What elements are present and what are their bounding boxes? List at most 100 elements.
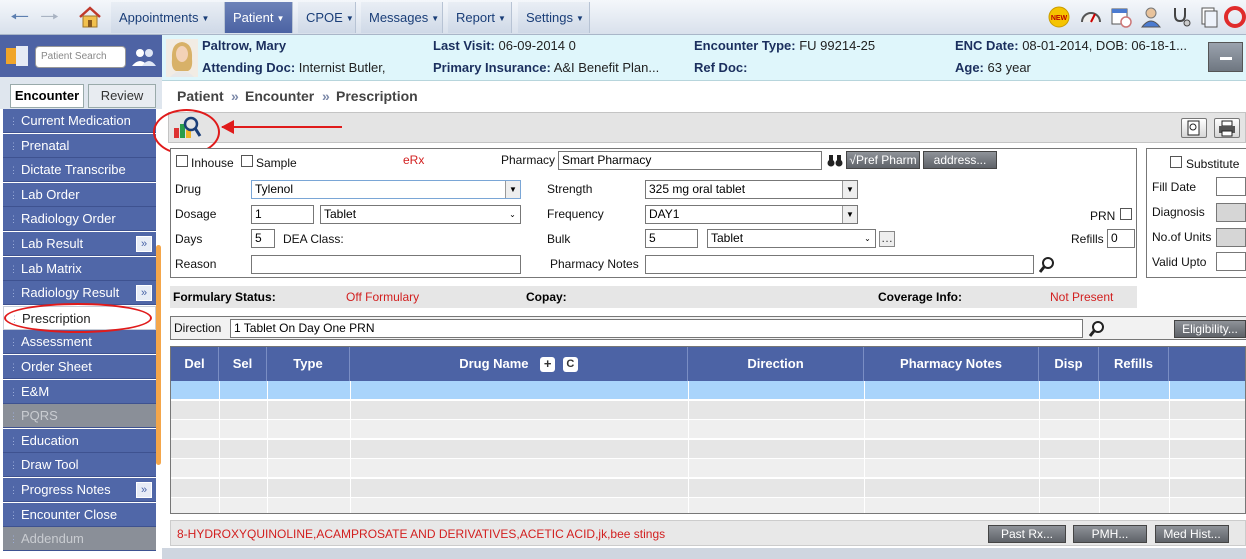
col-pharmacy-notes[interactable]: Pharmacy Notes	[864, 347, 1039, 381]
add-drug-icon[interactable]: +	[540, 357, 556, 373]
col-refills[interactable]: Refills	[1099, 347, 1169, 381]
tab-encounter[interactable]: Encounter	[10, 84, 84, 108]
dosage-unit-select[interactable]: Tablet ⌄	[320, 205, 521, 224]
col-disp[interactable]: Disp	[1039, 347, 1099, 381]
search-icon[interactable]	[1039, 256, 1056, 273]
menu-report[interactable]: Report ▼	[448, 2, 512, 33]
user-icon[interactable]	[1140, 6, 1162, 28]
print-button[interactable]	[1214, 118, 1240, 138]
dosage-label: Dosage	[175, 207, 217, 221]
sidebar-item[interactable]: ⋮ Dictate Transcribe	[3, 158, 156, 183]
breadcrumb-patient[interactable]: Patient	[177, 88, 224, 104]
documents-icon[interactable]	[1198, 6, 1220, 28]
sidebar-item-label: Assessment	[21, 334, 92, 350]
col-direction[interactable]: Direction	[688, 347, 864, 381]
pmh-button[interactable]: PMH...	[1073, 525, 1147, 543]
sidebar-item[interactable]: ⋮ E&M	[3, 379, 156, 404]
sidebar-item[interactable]: ⋮ Education	[3, 428, 156, 453]
sidebar-item[interactable]: ⋮ Current Medication	[3, 109, 156, 133]
pharmacy-field[interactable]: Smart Pharmacy	[558, 151, 822, 170]
clear-drug-icon[interactable]: C	[562, 357, 578, 373]
sidebar-scrollbar[interactable]	[156, 245, 161, 465]
sample-checkbox[interactable]	[241, 155, 253, 167]
frequency-select[interactable]: DAY1 ▼	[645, 205, 858, 224]
sidebar-tabs: Encounter Review	[0, 77, 162, 109]
sidebar-item[interactable]: ⋮ Assessment	[3, 330, 156, 355]
units-field[interactable]	[1216, 228, 1246, 247]
table-row[interactable]	[171, 459, 1245, 478]
sidebar-item[interactable]: ⋮ Lab Order	[3, 182, 156, 207]
menu-settings[interactable]: Settings ▼	[518, 2, 590, 33]
reason-field[interactable]	[251, 255, 521, 274]
col-ph[interactable]: Ph	[1169, 347, 1245, 381]
menu-patient[interactable]: Patient ▼	[225, 2, 293, 33]
menu-cpoe[interactable]: CPOE ▼	[298, 2, 356, 33]
expand-icon[interactable]: »	[136, 482, 152, 498]
forward-arrow-icon[interactable]: 🠒	[40, 6, 59, 28]
bulk-field[interactable]: 5	[645, 229, 698, 248]
direction-field[interactable]: 1 Tablet On Day One PRN	[230, 319, 1083, 338]
home-icon[interactable]	[78, 6, 102, 28]
col-type[interactable]: Type	[267, 347, 350, 381]
breadcrumb-encounter[interactable]: Encounter	[245, 88, 314, 104]
sidebar-item[interactable]: ⋮ Lab Matrix	[3, 256, 156, 281]
bulk-unit-select[interactable]: Tablet ⌄	[707, 229, 876, 248]
binoculars-icon[interactable]	[827, 152, 843, 168]
sidebar-item[interactable]: ⋮ Radiology Order	[3, 207, 156, 232]
valid-upto-field[interactable]	[1216, 252, 1246, 271]
refills-field[interactable]: 0	[1107, 229, 1135, 248]
sidebar-item[interactable]: ⋮ Prenatal	[3, 133, 156, 158]
sidebar-item[interactable]: ⋮ Encounter Close	[3, 502, 156, 527]
pref-pharm-button[interactable]: √Pref Pharm	[846, 151, 920, 169]
address-button[interactable]: address...	[923, 151, 997, 169]
expand-icon[interactable]: »	[136, 236, 152, 252]
table-row[interactable]	[171, 478, 1245, 498]
med-hist-button[interactable]: Med Hist...	[1155, 525, 1229, 543]
caret-down-icon: ▼	[575, 14, 584, 24]
dashboard-gauge-icon[interactable]	[1080, 6, 1102, 28]
sidebar-item[interactable]: ⋮ Radiology Result »	[3, 281, 156, 306]
patient-search-bar: Patient Search	[0, 35, 162, 77]
bulk-more-button[interactable]: …	[879, 231, 895, 247]
dosage-field[interactable]: 1	[251, 205, 314, 224]
stethoscope-icon[interactable]	[1170, 6, 1192, 28]
strength-select[interactable]: 325 mg oral tablet ▼	[645, 180, 858, 199]
col-del[interactable]: Del	[171, 347, 219, 381]
menu-messages[interactable]: Messages ▼	[361, 2, 443, 33]
table-row[interactable]	[171, 439, 1245, 459]
diagnosis-field[interactable]	[1216, 203, 1246, 222]
fill-date-field[interactable]	[1216, 177, 1246, 196]
sidebar-item[interactable]: ⋮ Progress Notes »	[3, 478, 156, 502]
sidebar-item[interactable]: ⋮ Lab Result »	[3, 232, 156, 256]
sidebar-item[interactable]: ⋮ Draw Tool	[3, 453, 156, 478]
table-row[interactable]	[171, 400, 1245, 420]
tab-review[interactable]: Review	[88, 84, 156, 108]
patients-group-icon[interactable]	[131, 47, 157, 67]
lifebuoy-icon[interactable]	[1224, 6, 1246, 28]
col-drug-name[interactable]: Drug Name + C	[350, 347, 688, 381]
days-field[interactable]: 5	[251, 229, 275, 248]
calendar-clock-icon[interactable]	[1110, 6, 1132, 28]
preview-button[interactable]	[1181, 118, 1207, 138]
past-rx-button[interactable]: Past Rx...	[988, 525, 1066, 543]
expand-icon[interactable]: »	[136, 285, 152, 302]
eligibility-button[interactable]: Eligibility...	[1174, 320, 1246, 338]
table-row[interactable]	[171, 498, 1245, 513]
back-arrow-icon[interactable]: 🠐	[10, 6, 29, 28]
sidebar-item[interactable]: ⋮ Order Sheet	[3, 355, 156, 379]
pharmacy-notes-field[interactable]	[645, 255, 1034, 274]
table-row[interactable]	[171, 381, 1245, 400]
drug-select[interactable]: Tylenol ▼	[251, 180, 521, 199]
prn-checkbox[interactable]	[1120, 208, 1132, 220]
patient-search-input[interactable]: Patient Search	[35, 46, 126, 68]
pharmacy-notes-label: Pharmacy Notes	[550, 257, 639, 271]
search-icon[interactable]	[1089, 320, 1106, 337]
menu-appointments[interactable]: Appointments ▼	[111, 2, 225, 33]
col-sel[interactable]: Sel	[219, 347, 267, 381]
new-badge-icon[interactable]: NEW	[1048, 6, 1070, 28]
table-row[interactable]	[171, 420, 1245, 439]
sidebar-item-label: Dictate Transcribe	[21, 162, 126, 178]
patient-bar-collapse-button[interactable]	[1208, 42, 1243, 72]
inhouse-checkbox[interactable]	[176, 155, 188, 167]
substitute-checkbox[interactable]	[1170, 156, 1182, 168]
